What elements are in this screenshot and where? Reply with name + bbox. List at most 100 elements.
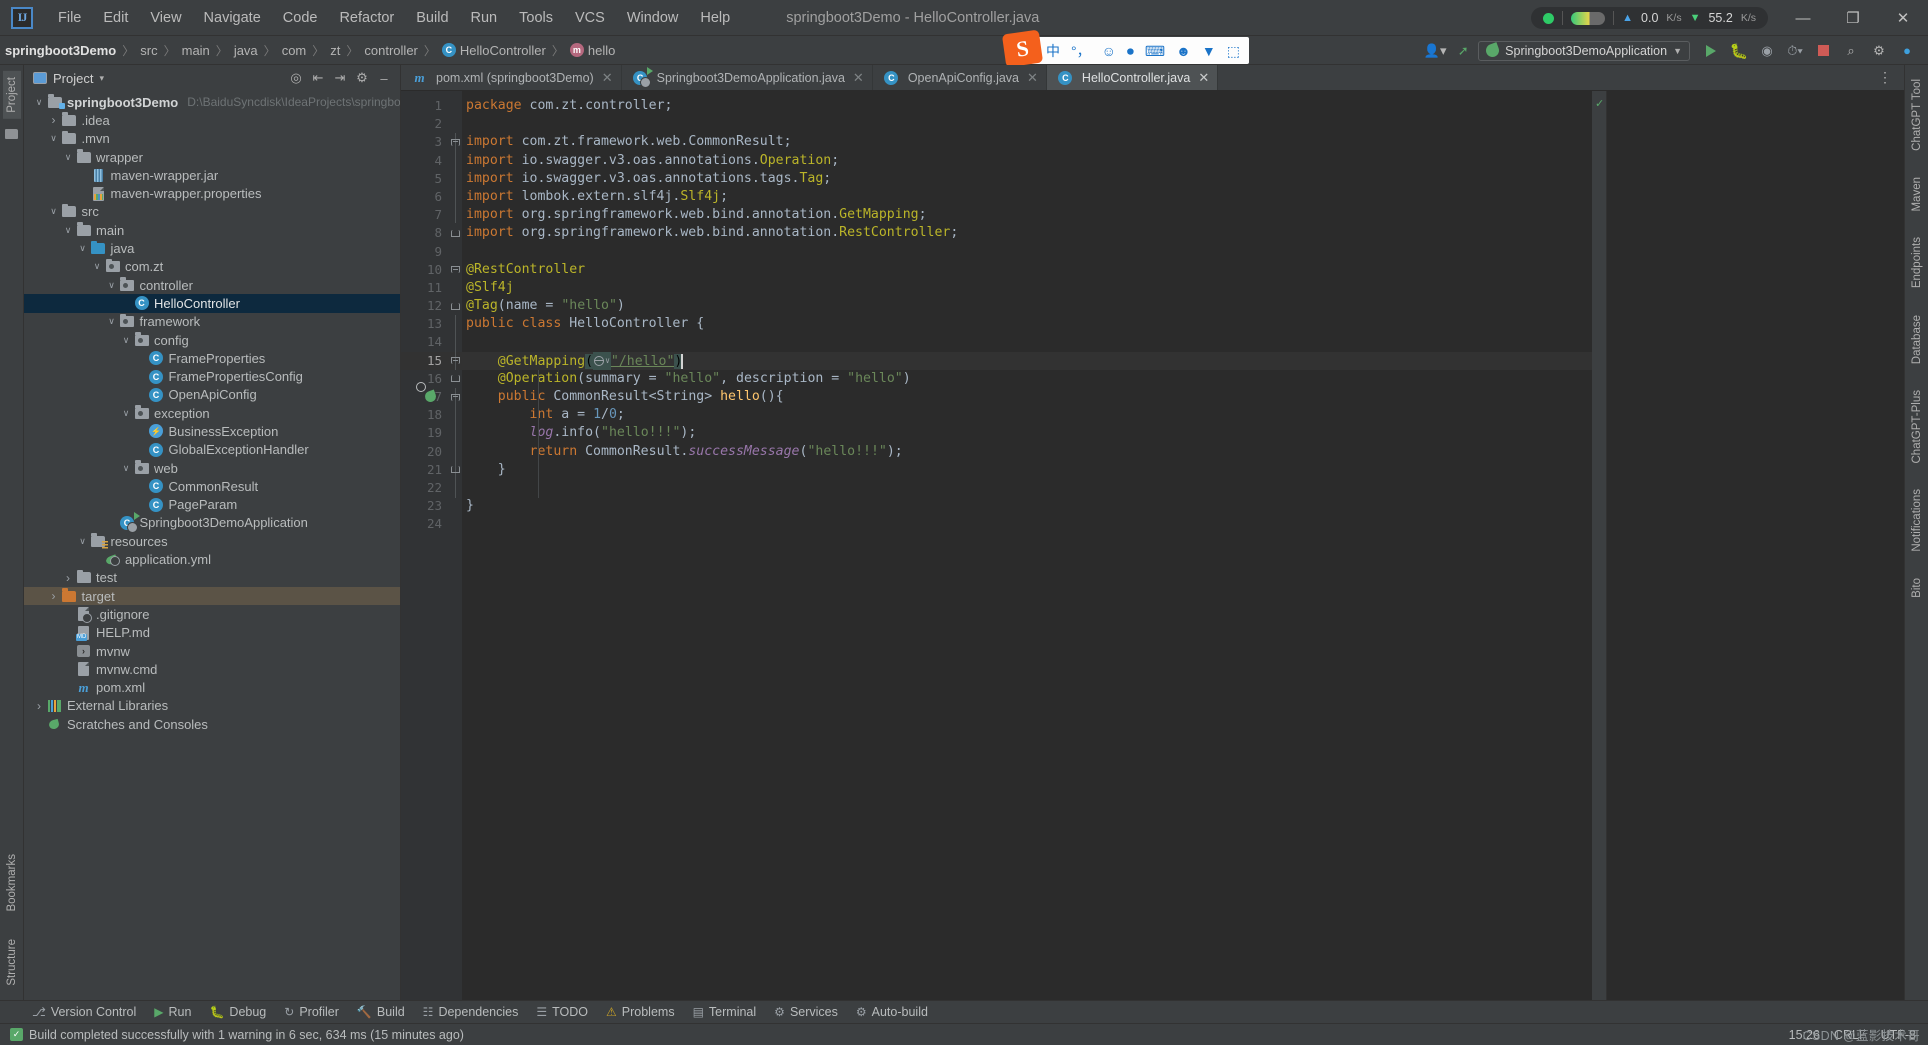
menu-window[interactable]: Window bbox=[616, 6, 690, 30]
tree-node-src[interactable]: ∨ src bbox=[24, 203, 400, 221]
tree-node-pageparam[interactable]: C PageParam bbox=[24, 496, 400, 514]
tree-node-target[interactable]: › target bbox=[24, 587, 400, 606]
chevron-down-icon[interactable]: ∨ bbox=[119, 408, 133, 419]
tree-node--gitignore[interactable]: .gitignore bbox=[24, 605, 400, 624]
tree-node-web[interactable]: ∨ web bbox=[24, 459, 400, 477]
run-with-coverage-button[interactable]: ◉ bbox=[1754, 38, 1780, 64]
network-speed-widget[interactable]: ▲ 0.0 K/s ▼ 55.2 K/s bbox=[1531, 7, 1768, 29]
sogou-logo-icon[interactable]: S bbox=[1001, 29, 1044, 68]
menu-code[interactable]: Code bbox=[272, 6, 329, 30]
sidebar-tab-bookmarks[interactable]: Bookmarks bbox=[3, 848, 21, 918]
bottom-tool-todo[interactable]: ☰ TODO bbox=[528, 1003, 596, 1021]
tree-node-java[interactable]: ∨ java bbox=[24, 239, 400, 257]
menu-refactor[interactable]: Refactor bbox=[328, 6, 405, 30]
ime-voice-icon[interactable]: ⏺ bbox=[1127, 44, 1134, 58]
fold-expanded-icon[interactable] bbox=[450, 266, 460, 274]
tree-node-mvnw[interactable]: › mvnw bbox=[24, 642, 400, 660]
breadcrumb-main[interactable]: main bbox=[177, 41, 215, 60]
tree-node-config[interactable]: ∨ config bbox=[24, 331, 400, 349]
editor-options-icon[interactable]: ⋮ bbox=[1873, 69, 1898, 86]
ime-chinese-mode-icon[interactable]: 中 bbox=[1046, 44, 1060, 58]
chevron-down-icon[interactable]: ∨ bbox=[119, 463, 133, 474]
ime-user-icon[interactable]: ☻ bbox=[1176, 44, 1191, 58]
line-number[interactable]: 3 bbox=[401, 133, 448, 151]
menu-vcs[interactable]: VCS bbox=[564, 6, 616, 30]
chevron-down-icon[interactable]: ∨ bbox=[105, 316, 119, 327]
sidebar-tab-bito[interactable]: Bito bbox=[1908, 572, 1926, 604]
code-line[interactable]: import com.zt.framework.web.CommonResult… bbox=[462, 133, 1592, 151]
menu-view[interactable]: View bbox=[139, 6, 192, 30]
tree-node-springboot3demoapplication[interactable]: C Springboot3DemoApplication bbox=[24, 511, 400, 533]
tree-node-controller[interactable]: ∨ controller bbox=[24, 276, 400, 294]
bottom-tool-build[interactable]: 🔨 Build bbox=[349, 1003, 413, 1021]
line-number[interactable]: 17 bbox=[401, 388, 448, 406]
ime-punctuation-icon[interactable]: °， bbox=[1071, 44, 1091, 58]
close-tab-icon[interactable]: ✕ bbox=[1027, 70, 1038, 86]
chevron-down-icon[interactable]: ∨ bbox=[119, 335, 133, 346]
inspection-ok-icon[interactable]: ✓ bbox=[1595, 97, 1604, 110]
expand-all-icon[interactable]: ⇥ bbox=[330, 68, 350, 88]
chevron-right-icon[interactable]: › bbox=[61, 571, 75, 585]
chevron-down-icon[interactable]: ∨ bbox=[76, 536, 90, 547]
folder-icon[interactable] bbox=[5, 128, 18, 139]
code-line[interactable] bbox=[462, 115, 1592, 133]
tree-node-springboot3demo[interactable]: ∨ springboot3Demo D:\BaiduSyncdisk\IdeaPro… bbox=[24, 93, 400, 111]
analysis-scrollbar[interactable]: ✓ bbox=[1592, 91, 1606, 1000]
sidebar-tab-chatgpt-plus[interactable]: ChatGPT-Plus bbox=[1908, 384, 1926, 470]
chevron-down-icon[interactable]: ∨ bbox=[61, 225, 75, 236]
fold-marker-slot[interactable] bbox=[448, 261, 462, 279]
editor-tab-springboot3demoapplication-java[interactable]: C Springboot3DemoApplication.java ✕ bbox=[622, 65, 873, 90]
tree-node-mvnw-cmd[interactable]: mvnw.cmd bbox=[24, 660, 400, 678]
code-line[interactable]: @GetMapping(∨ "/hello") bbox=[462, 351, 1592, 370]
sidebar-tab-project[interactable]: Project bbox=[2, 71, 21, 119]
spring-bean-gutter-icon[interactable] bbox=[412, 318, 425, 331]
hide-panel-icon[interactable]: – bbox=[374, 68, 394, 88]
breadcrumb-class[interactable]: C HelloController bbox=[437, 41, 551, 60]
user-account-icon[interactable]: 👤▾ bbox=[1422, 38, 1448, 64]
minimize-button[interactable]: — bbox=[1778, 0, 1828, 36]
ime-skin-icon[interactable]: ▼ bbox=[1202, 44, 1216, 58]
fold-marker-slot[interactable] bbox=[448, 370, 462, 388]
tree-node-commonresult[interactable]: C CommonResult bbox=[24, 477, 400, 495]
code-line[interactable]: int a = 1/0; bbox=[462, 406, 1592, 424]
chevron-right-icon[interactable]: › bbox=[32, 699, 46, 713]
tree-node-test[interactable]: › test bbox=[24, 569, 400, 587]
chevron-down-icon[interactable]: ▾ bbox=[99, 73, 104, 84]
code-line[interactable]: import org.springframework.web.bind.anno… bbox=[462, 224, 1592, 242]
code-folding-gutter[interactable] bbox=[448, 91, 462, 1000]
chevron-down-icon[interactable]: ∨ bbox=[47, 133, 61, 144]
fold-marker-slot[interactable] bbox=[448, 297, 462, 315]
code-line[interactable]: import io.swagger.v3.oas.annotations.tag… bbox=[462, 170, 1592, 188]
chevron-down-icon[interactable]: ∨ bbox=[47, 206, 61, 217]
code-text-area[interactable]: package com.zt.controller; import com.zt.… bbox=[462, 91, 1592, 1000]
code-line[interactable] bbox=[462, 243, 1592, 261]
tree-node-globalexceptionhandler[interactable]: C GlobalExceptionHandler bbox=[24, 441, 400, 459]
spring-endpoint-gutter-icon[interactable] bbox=[412, 391, 425, 404]
close-tab-icon[interactable]: ✕ bbox=[1198, 70, 1209, 86]
tree-node-maven-wrapper-jar[interactable]: maven-wrapper.jar bbox=[24, 166, 400, 184]
line-number[interactable]: 19 bbox=[401, 424, 448, 442]
bottom-tool-services[interactable]: ⚙ Services bbox=[766, 1003, 846, 1021]
line-number[interactable]: 5 bbox=[401, 170, 448, 188]
tree-node-exception[interactable]: ∨ exception bbox=[24, 404, 400, 422]
line-number[interactable]: 10 bbox=[401, 261, 448, 279]
maximize-button[interactable]: ❐ bbox=[1828, 0, 1878, 36]
tree-node-scratches-and-consoles[interactable]: Scratches and Consoles bbox=[24, 715, 400, 733]
stop-button[interactable] bbox=[1810, 38, 1836, 64]
chevron-down-icon[interactable]: ∨ bbox=[61, 152, 75, 163]
bottom-tool-auto-build[interactable]: ⚙ Auto-build bbox=[848, 1003, 936, 1021]
fold-end-icon[interactable] bbox=[450, 375, 460, 383]
code-line[interactable]: @Slf4j bbox=[462, 279, 1592, 297]
fold-expanded-icon[interactable] bbox=[450, 357, 460, 365]
tree-node-hellocontroller[interactable]: C HelloController bbox=[24, 294, 400, 313]
code-line[interactable]: } bbox=[462, 461, 1592, 479]
tree-node-framework[interactable]: ∨ framework bbox=[24, 313, 400, 331]
code-line[interactable]: public CommonResult<String> hello(){ bbox=[462, 388, 1592, 406]
line-number[interactable]: 18 bbox=[401, 406, 448, 424]
bottom-tool-terminal[interactable]: ▤ Terminal bbox=[685, 1003, 765, 1021]
line-number[interactable]: 22 bbox=[401, 479, 448, 497]
sogou-ime-toolbar[interactable]: S 中 °， ☺ ⏺ ⌨ ☻ ▼ ⬚ bbox=[1001, 29, 1249, 68]
fold-expanded-icon[interactable] bbox=[450, 138, 460, 146]
ime-toolbox-icon[interactable]: ⬚ bbox=[1227, 44, 1240, 58]
tree-node-resources[interactable]: ∨ resources bbox=[24, 532, 400, 550]
